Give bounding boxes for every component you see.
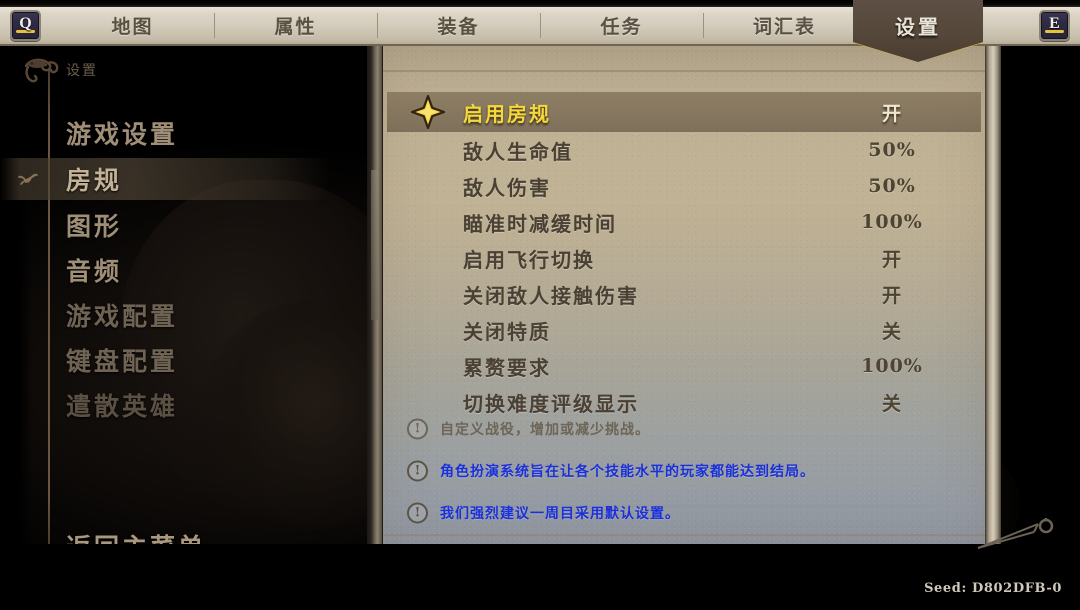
key-hint-q-label: Q [19, 14, 32, 32]
tab-quests[interactable]: 任务 [540, 7, 703, 44]
setting-row-enable-flight-toggle[interactable]: 启用飞行切换 开 [387, 240, 981, 276]
sidebar-item-audio[interactable]: 音频 [0, 249, 330, 291]
panel-scrollbar-thumb[interactable] [371, 170, 378, 320]
top-tab-bar: Q 地图 属性 装备 任务 词汇表 E [0, 1, 1080, 46]
exclamation-icon: ! [407, 460, 428, 482]
tab-list: 地图 属性 装备 任务 词汇表 [51, 7, 1029, 44]
setting-value: 开 [881, 102, 902, 125]
seed-label: Seed: D802DFB-0 [924, 581, 1062, 596]
tab-equipment[interactable]: 装备 [377, 7, 540, 44]
exclamation-icon: ! [407, 502, 428, 524]
note-text: 自定义战役，增加或减少挑战。 [440, 422, 650, 438]
hanging-hook-decoration [976, 516, 1072, 552]
panel-notes: ! 自定义战役，增加或减少挑战。 ! 角色扮演系统旨在让各个技能水平的玩家都能达… [407, 414, 971, 540]
sidebar-item-dismiss-hero[interactable]: 遣散英雄 [0, 384, 330, 426]
note-item: ! 自定义战役，增加或减少挑战。 [407, 414, 971, 444]
tab-quests-label: 任务 [600, 16, 643, 38]
setting-label: 启用房规 [463, 101, 551, 126]
sidebar-item-label: 图形 [66, 212, 123, 241]
key-hint-q[interactable]: Q [10, 10, 41, 41]
tab-map-label: 地图 [111, 16, 154, 38]
key-hint-e-label: E [1049, 14, 1060, 32]
vine-ornament-icon [18, 54, 66, 94]
sidebar-item-label: 游戏配置 [66, 302, 179, 331]
setting-label: 瞄准时减缓时间 [463, 211, 617, 236]
sidebar-item-label: 键盘配置 [66, 347, 179, 376]
setting-value: 关 [881, 320, 902, 343]
setting-label: 关闭特质 [463, 319, 551, 344]
setting-value: 100% [861, 355, 923, 377]
tab-settings[interactable] [866, 7, 1029, 44]
setting-value: 50% [868, 175, 916, 197]
sidebar-item-graphics[interactable]: 图形 [0, 204, 330, 246]
setting-row-enable-house-rules[interactable]: 启用房规 开 [387, 92, 981, 132]
sprout-marker-icon [17, 171, 39, 187]
setting-value: 开 [881, 248, 902, 271]
setting-value: 关 [881, 392, 902, 415]
settings-sidebar: 设置 游戏设置 房规 图形 音频 游戏配置 键盘配置 遣散英雄 返回主菜 [0, 48, 330, 610]
note-item: ! 角色扮演系统旨在让各个技能水平的玩家都能达到结局。 [407, 456, 971, 486]
tab-equipment-label: 装备 [437, 16, 480, 38]
sidebar-item-label: 遣散英雄 [66, 392, 179, 421]
setting-value: 100% [861, 211, 923, 233]
panel-top-divider [367, 70, 1001, 72]
setting-label: 敌人伤害 [463, 175, 551, 200]
tab-glossary[interactable]: 词汇表 [703, 7, 866, 44]
sidebar-item-game-settings[interactable]: 游戏设置 [0, 112, 330, 154]
settings-row-list: 启用房规 开 敌人生命值 50% 敌人伤害 50% 瞄准时减缓时间 100% 启… [387, 92, 981, 420]
setting-row-enemy-health[interactable]: 敌人生命值 50% [387, 132, 981, 168]
bottom-black-bar [0, 544, 1080, 610]
sidebar-title: 设置 [66, 63, 98, 79]
setting-row-disable-enemy-contact-damage[interactable]: 关闭敌人接触伤害 开 [387, 276, 981, 312]
setting-row-aim-slowdown-time[interactable]: 瞄准时减缓时间 100% [387, 204, 981, 240]
setting-value: 50% [868, 139, 916, 161]
sidebar-item-house-rules[interactable]: 房规 [0, 158, 330, 200]
setting-label: 关闭敌人接触伤害 [463, 283, 639, 308]
note-text: 角色扮演系统旨在让各个技能水平的玩家都能达到结局。 [440, 464, 815, 480]
exclamation-icon: ! [407, 418, 428, 440]
setting-label: 敌人生命值 [463, 139, 573, 164]
setting-label: 切换难度评级显示 [463, 391, 639, 416]
setting-row-burden-requirement[interactable]: 累赘要求 100% [387, 348, 981, 384]
sidebar-item-label: 游戏设置 [66, 120, 179, 149]
sidebar-item-label: 房规 [66, 166, 123, 195]
sidebar-item-gamepad-config[interactable]: 游戏配置 [0, 294, 330, 336]
sidebar-item-label: 音频 [66, 257, 123, 286]
sidebar-item-keyboard-config[interactable]: 键盘配置 [0, 339, 330, 381]
key-hint-e[interactable]: E [1039, 10, 1070, 41]
tab-attributes-label: 属性 [274, 16, 317, 38]
note-text: 我们强烈建议一周目采用默认设置。 [440, 506, 680, 522]
gold-star-icon [410, 94, 446, 130]
setting-row-disable-traits[interactable]: 关闭特质 关 [387, 312, 981, 348]
tab-map[interactable]: 地图 [51, 7, 214, 44]
panel-right-frame [985, 46, 1001, 558]
setting-row-enemy-damage[interactable]: 敌人伤害 50% [387, 168, 981, 204]
setting-label: 启用飞行切换 [463, 247, 595, 272]
setting-label: 累赘要求 [463, 355, 551, 380]
tab-attributes[interactable]: 属性 [214, 7, 377, 44]
setting-value: 开 [881, 284, 902, 307]
note-item: ! 我们强烈建议一周目采用默认设置。 [407, 498, 971, 528]
tab-glossary-label: 词汇表 [752, 16, 816, 38]
settings-panel: 启用房规 开 敌人生命值 50% 敌人伤害 50% 瞄准时减缓时间 100% 启… [367, 46, 1001, 558]
